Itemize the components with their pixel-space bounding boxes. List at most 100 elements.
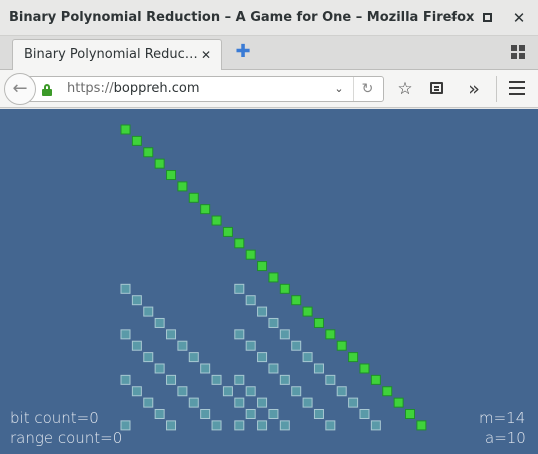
pattern-bit-cell[interactable]	[120, 420, 131, 431]
pattern-bit-cell[interactable]	[313, 363, 324, 374]
lit-bit-cell[interactable]	[131, 135, 142, 146]
lit-bit-cell[interactable]	[405, 409, 415, 419]
pattern-bit-cell[interactable]	[131, 386, 142, 397]
minimize-icon[interactable]: –	[445, 9, 463, 27]
pattern-bit-cell[interactable]	[234, 397, 245, 408]
pattern-bit-cell[interactable]	[177, 386, 188, 397]
lit-bit-cell[interactable]	[336, 340, 347, 351]
pattern-bit-cell[interactable]	[131, 340, 142, 351]
plus-icon[interactable]: ✚	[233, 42, 253, 62]
chevron-down-icon[interactable]: ⌄	[330, 77, 348, 101]
pattern-bit-cell[interactable]	[188, 397, 199, 408]
pattern-bit-cell[interactable]	[245, 386, 256, 397]
pattern-bit-cell[interactable]	[257, 306, 268, 317]
lit-bit-cell[interactable]	[154, 158, 165, 169]
pattern-bit-cell[interactable]	[131, 295, 142, 306]
pattern-bit-cell[interactable]	[257, 397, 268, 408]
pattern-bit-cell[interactable]	[166, 329, 177, 340]
pattern-bit-cell[interactable]	[268, 363, 279, 374]
pattern-bit-cell[interactable]	[166, 420, 177, 431]
pattern-bit-cell[interactable]	[200, 363, 211, 374]
reading-list-icon[interactable]	[425, 78, 447, 100]
pattern-bit-cell[interactable]	[222, 386, 233, 397]
pattern-bit-cell[interactable]	[143, 397, 154, 408]
pattern-bit-cell[interactable]	[200, 409, 211, 419]
lit-bit-cell[interactable]	[313, 317, 324, 328]
pattern-bit-cell[interactable]	[120, 374, 131, 385]
lit-bit-cell[interactable]	[257, 261, 268, 272]
pattern-bit-cell[interactable]	[234, 283, 245, 294]
lit-bit-cell[interactable]	[188, 192, 199, 203]
overflow-chevrons-icon[interactable]: »	[463, 78, 485, 100]
lit-bit-cell[interactable]	[393, 397, 404, 408]
pattern-bit-cell[interactable]	[234, 329, 245, 340]
pattern-bit-cell[interactable]	[143, 306, 154, 317]
pattern-bit-cell[interactable]	[211, 374, 222, 385]
pattern-bit-cell[interactable]	[154, 363, 165, 374]
pattern-bit-cell[interactable]	[154, 317, 165, 328]
lit-bit-cell[interactable]	[222, 226, 233, 237]
pattern-bit-cell[interactable]	[279, 374, 290, 385]
pattern-bit-cell[interactable]	[268, 409, 279, 419]
lit-bit-cell[interactable]	[325, 329, 336, 340]
lit-bit-cell[interactable]	[200, 204, 211, 215]
lit-bit-cell[interactable]	[177, 181, 188, 192]
lit-bit-cell[interactable]	[279, 283, 290, 294]
lit-bit-cell[interactable]	[370, 374, 381, 385]
lit-bit-cell[interactable]	[211, 215, 222, 226]
pattern-bit-cell[interactable]	[120, 283, 131, 294]
reload-icon[interactable]: ↻	[353, 77, 381, 101]
pattern-bit-cell[interactable]	[279, 329, 290, 340]
pattern-bit-cell[interactable]	[291, 340, 302, 351]
pattern-bit-cell[interactable]	[257, 420, 268, 431]
lit-bit-cell[interactable]	[302, 306, 313, 317]
tab-active[interactable]: Binary Polynomial Reduc… ✕	[12, 39, 222, 71]
pattern-bit-cell[interactable]	[234, 420, 245, 431]
lock-icon[interactable]	[42, 84, 52, 96]
lit-bit-cell[interactable]	[120, 124, 131, 135]
game-board[interactable]	[0, 109, 538, 454]
lit-bit-cell[interactable]	[268, 272, 279, 283]
menu-hamburger-icon[interactable]	[509, 81, 525, 95]
window-titlebar[interactable]: Binary Polynomial Reduction – A Game for…	[0, 0, 538, 36]
lit-bit-cell[interactable]	[416, 420, 427, 431]
pattern-bit-cell[interactable]	[245, 295, 256, 306]
pattern-bit-cell[interactable]	[313, 409, 324, 419]
url-text[interactable]: https://boppreh.com	[67, 77, 200, 101]
pattern-bit-cell[interactable]	[302, 352, 313, 363]
lit-bit-cell[interactable]	[234, 238, 245, 249]
lit-bit-cell[interactable]	[348, 352, 359, 363]
lit-bit-cell[interactable]	[143, 147, 154, 158]
pattern-bit-cell[interactable]	[302, 397, 313, 408]
tab-grid-icon[interactable]	[511, 45, 525, 59]
address-bar[interactable]: https://boppreh.com ⌄ ↻	[24, 76, 384, 102]
pattern-bit-cell[interactable]	[279, 420, 290, 431]
pattern-bit-cell[interactable]	[257, 352, 268, 363]
pattern-bit-cell[interactable]	[359, 409, 370, 419]
bookmark-star-icon[interactable]: ☆	[394, 78, 416, 100]
back-arrow-icon[interactable]: ←	[4, 73, 36, 105]
pattern-bit-cell[interactable]	[245, 340, 256, 351]
lit-bit-cell[interactable]	[245, 249, 256, 260]
maximize-icon[interactable]	[478, 9, 496, 27]
pattern-bit-cell[interactable]	[154, 409, 165, 419]
lit-bit-cell[interactable]	[291, 295, 302, 306]
lit-bit-cell[interactable]	[359, 363, 370, 374]
pattern-bit-cell[interactable]	[120, 329, 131, 340]
pattern-bit-cell[interactable]	[325, 420, 336, 431]
pattern-bit-cell[interactable]	[291, 386, 302, 397]
pattern-bit-cell[interactable]	[336, 386, 347, 397]
pattern-bit-cell[interactable]	[370, 420, 381, 431]
pattern-bit-cell[interactable]	[211, 420, 222, 431]
pattern-bit-cell[interactable]	[325, 374, 336, 385]
lit-bit-cell[interactable]	[166, 170, 177, 181]
pattern-bit-cell[interactable]	[245, 409, 256, 419]
pattern-bit-cell[interactable]	[143, 352, 154, 363]
pattern-bit-cell[interactable]	[348, 397, 359, 408]
close-icon[interactable]: ✕	[510, 9, 528, 27]
pattern-bit-cell[interactable]	[188, 352, 199, 363]
pattern-bit-cell[interactable]	[234, 374, 245, 385]
pattern-bit-cell[interactable]	[268, 317, 279, 328]
pattern-bit-cell[interactable]	[166, 374, 177, 385]
pattern-bit-cell[interactable]	[177, 340, 188, 351]
